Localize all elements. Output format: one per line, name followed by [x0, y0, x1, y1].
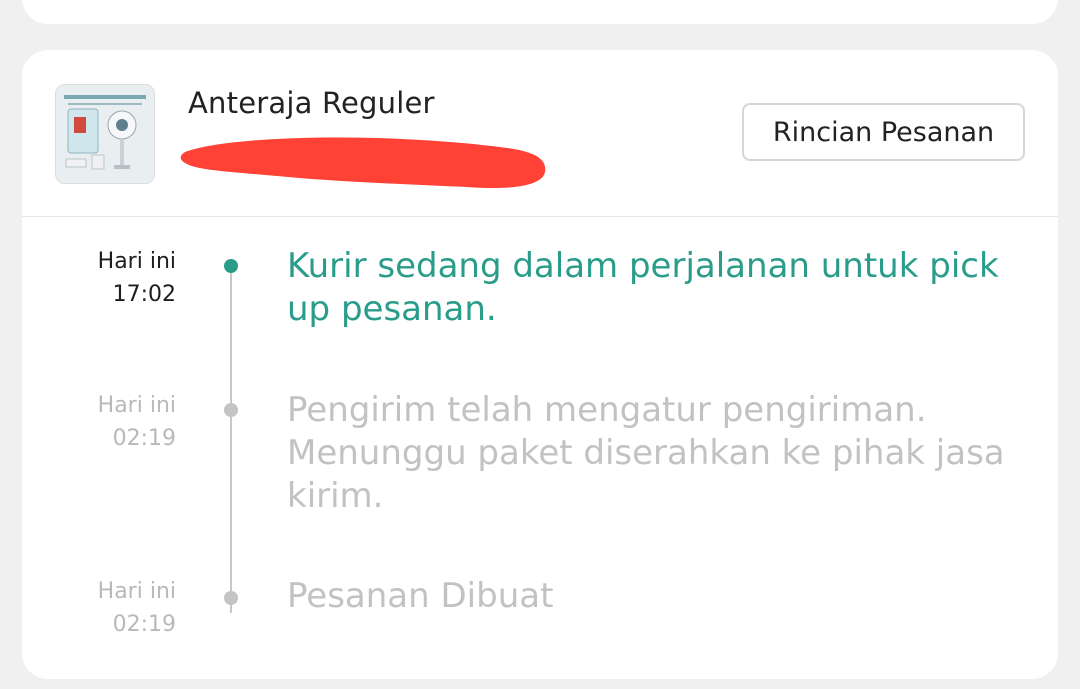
shipment-card: Anteraja Reguler Rincian Pesanan Hari in…: [22, 50, 1058, 679]
tracking-timeline: Hari ini 17:02 Kurir sedang dalam perjal…: [22, 217, 1058, 679]
order-details-button[interactable]: Rincian Pesanan: [742, 103, 1025, 161]
event-datetime: Hari ini 02:19: [22, 389, 176, 455]
timeline-dot: [224, 259, 238, 273]
product-thumbnail[interactable]: [55, 84, 155, 184]
event-date: Hari ini: [97, 393, 176, 418]
event-date: Hari ini: [97, 249, 176, 274]
event-description: Pesanan Dibuat: [287, 576, 554, 616]
timeline-dot: [224, 403, 238, 417]
courier-name: Anteraja Reguler: [188, 86, 435, 120]
event-description: Pengirim telah mengatur pengiriman. Menu…: [287, 390, 1005, 516]
event-datetime: Hari ini 02:19: [22, 575, 176, 641]
event-description: Kurir sedang dalam perjalanan untuk pick…: [287, 246, 999, 329]
event-time: 02:19: [112, 612, 176, 637]
previous-card: [22, 0, 1058, 24]
timeline-line: [230, 267, 232, 613]
shipment-header: Anteraja Reguler Rincian Pesanan: [22, 50, 1058, 217]
event-time: 02:19: [112, 426, 176, 451]
redacted-tracking-number: [180, 137, 546, 189]
event-datetime: Hari ini 17:02: [22, 245, 176, 311]
event-time: 17:02: [112, 282, 176, 307]
timeline-dot: [224, 591, 238, 605]
event-date: Hari ini: [97, 579, 176, 604]
